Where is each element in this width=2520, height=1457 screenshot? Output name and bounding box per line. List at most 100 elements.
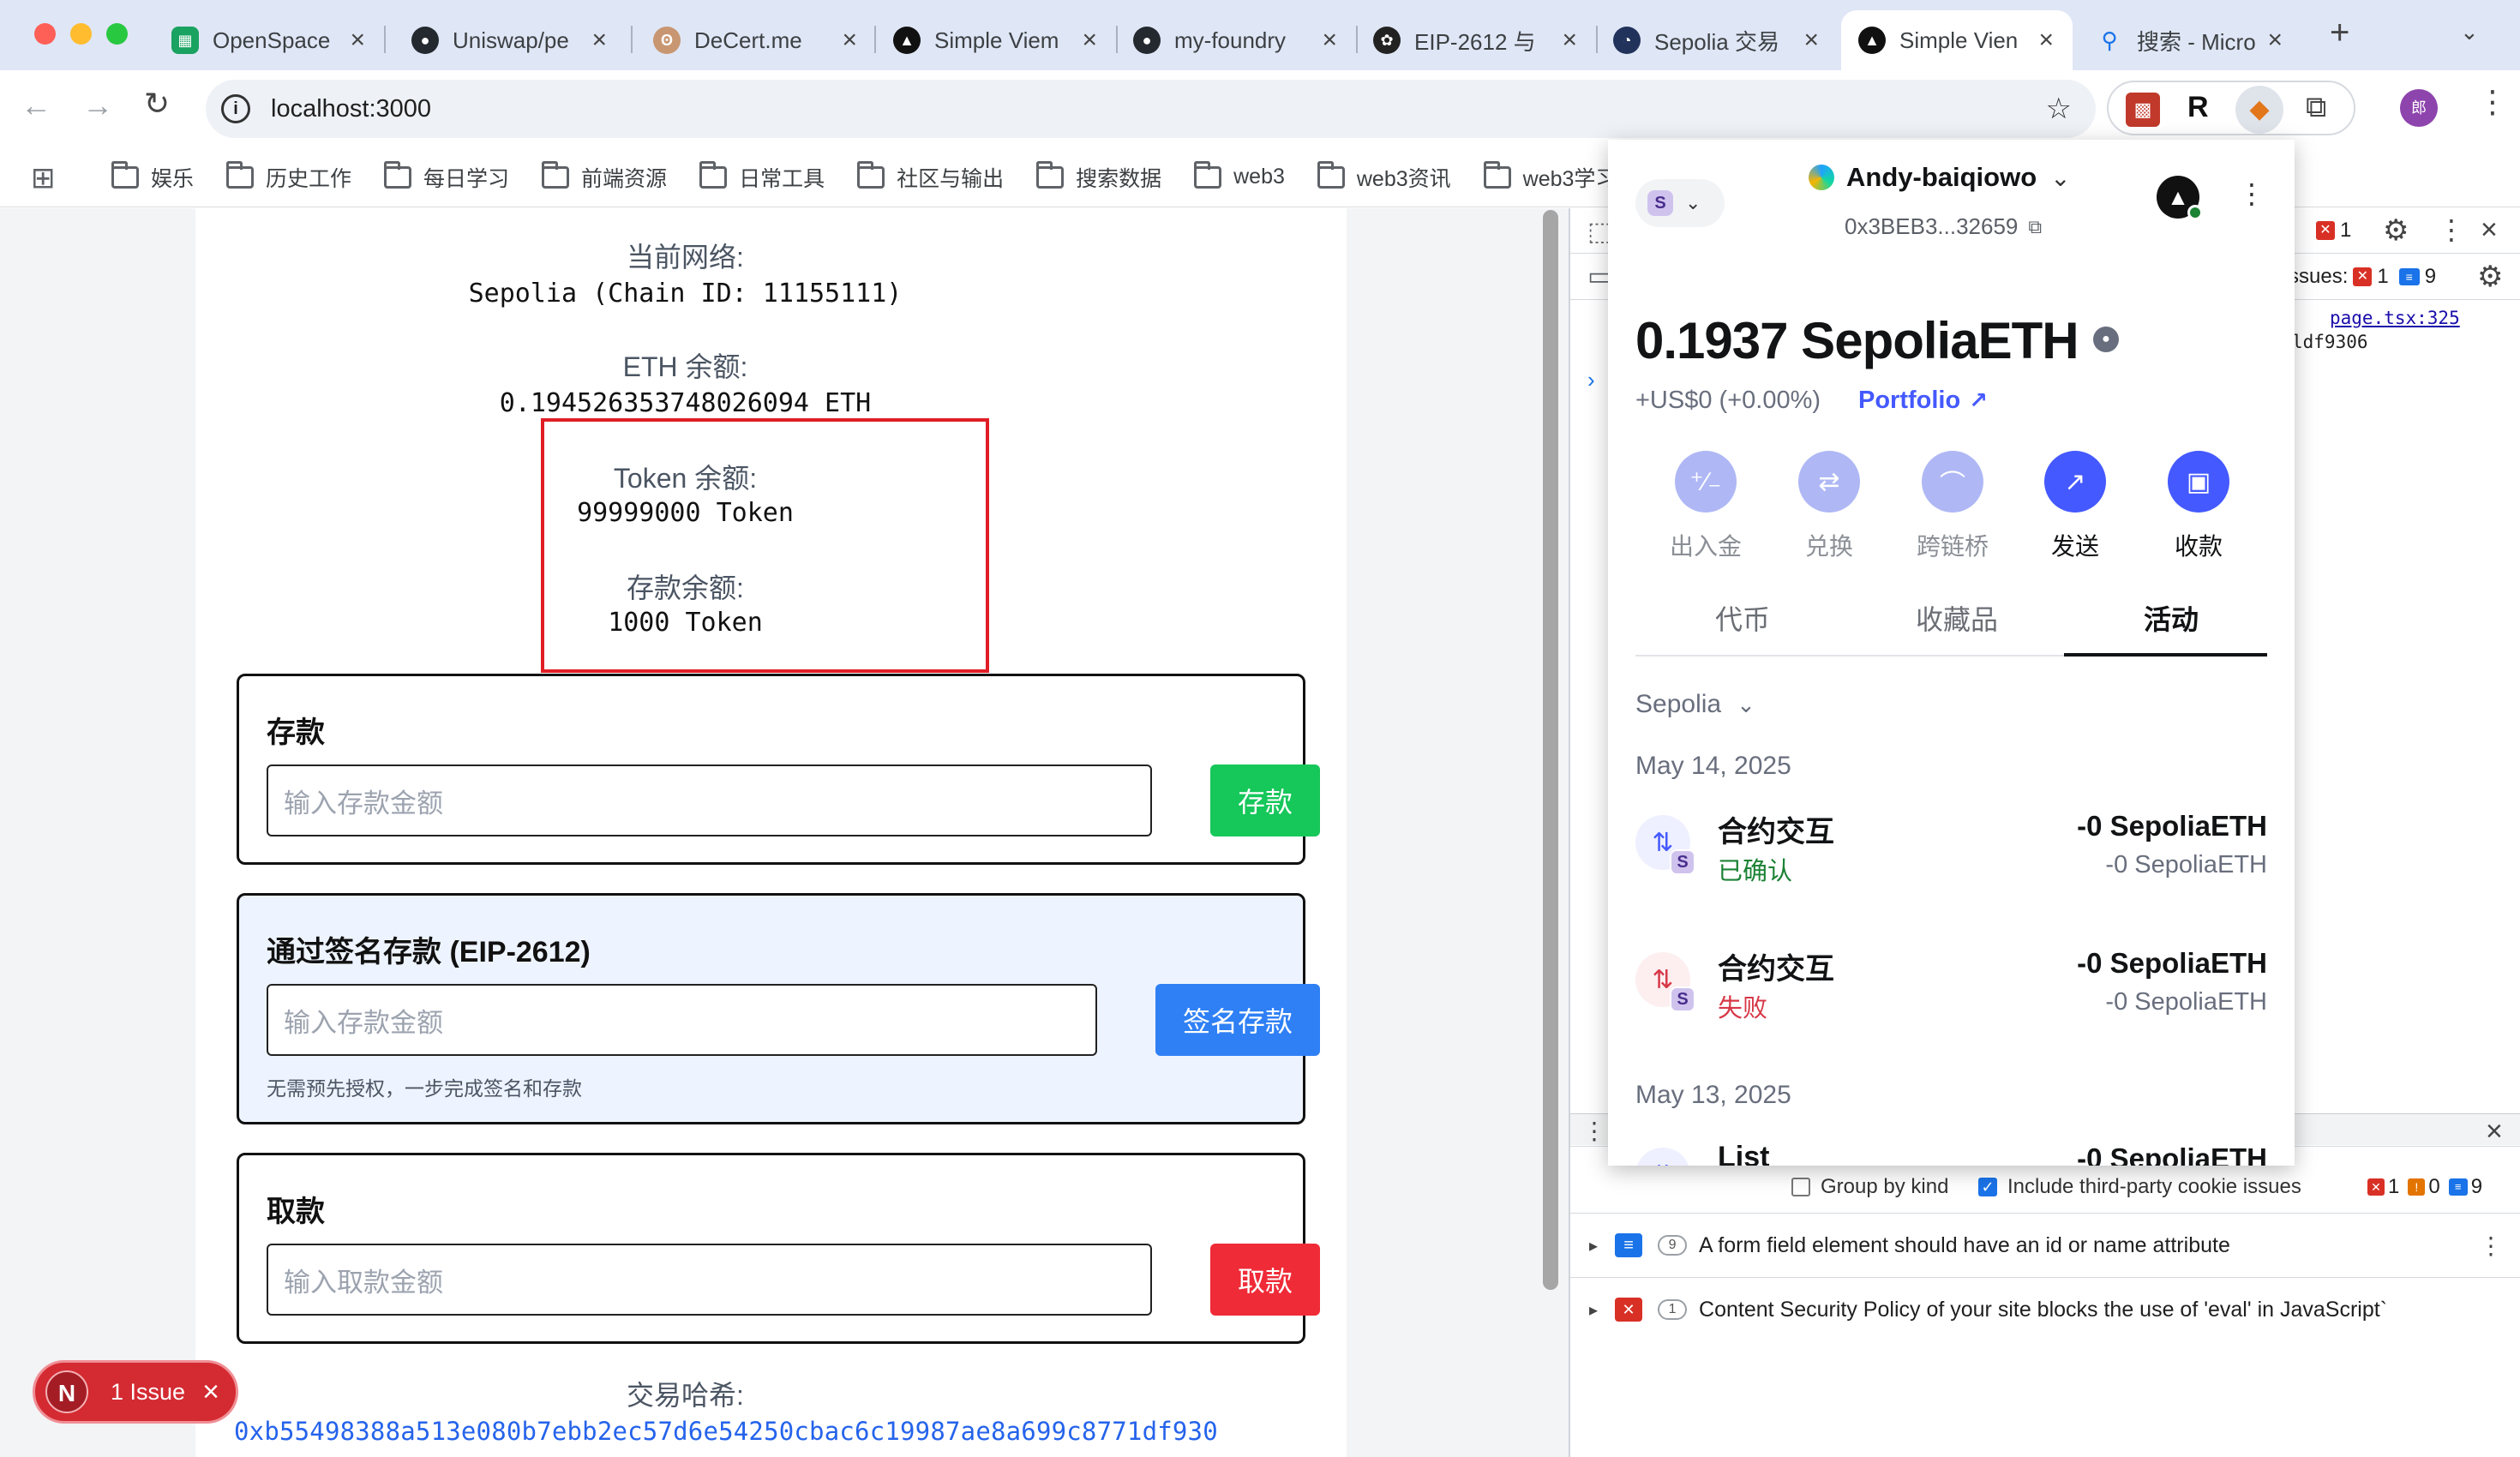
withdraw-button[interactable]: 取款	[1210, 1244, 1320, 1316]
error-icon: ✕	[2316, 221, 2335, 240]
kebab-icon[interactable]: ⋮	[2438, 213, 2465, 246]
account-selector[interactable]: Andy-baiqiowo ⌄	[1809, 162, 2071, 193]
copy-icon[interactable]: ⧉	[2028, 216, 2042, 238]
console-settings-gear-icon[interactable]: ⚙	[2477, 260, 2503, 294]
tab-uniswap[interactable]: ● Uniswap/pe ×	[394, 10, 626, 70]
bookmark-folder[interactable]: web3	[1194, 160, 1285, 189]
apps-grid-icon[interactable]: ⊞	[31, 161, 56, 195]
close-icon[interactable]: ×	[1803, 26, 1819, 55]
bookmark-folder[interactable]: 每日学习	[384, 160, 509, 193]
nextjs-issue-badge[interactable]: N 1 Issue ×	[33, 1360, 238, 1424]
metamask-fox-icon[interactable]: ◆	[2235, 86, 2283, 134]
expand-arrow-icon[interactable]: ▸	[1589, 1235, 1598, 1256]
activity-item[interactable]: ⇅ List -0 SepoliaETH	[1635, 1141, 2267, 1166]
gear-icon[interactable]: ⚙	[2383, 213, 2409, 248]
tab-sepolia-tx[interactable]: ◔ Sepolia 交易 ×	[1596, 10, 1838, 70]
portfolio-link[interactable]: Portfolio ↗	[1858, 387, 1988, 415]
tab-simple-viem-active[interactable]: ▲ Simple Vien ×	[1841, 10, 2073, 70]
action-receive[interactable]: ▣ 收款	[2143, 451, 2254, 562]
close-drawer-icon[interactable]: ×	[2486, 1115, 2503, 1148]
issue-row-csp[interactable]: ▸ ✕ 1 Content Security Policy of your si…	[1570, 1278, 2520, 1341]
sign-deposit-button[interactable]: 签名存款	[1155, 984, 1320, 1056]
chevron-right-icon[interactable]: ›	[1587, 367, 1595, 393]
activity-item[interactable]: ⇅ S 合约交互 失败 -0 SepoliaETH -0 SepoliaETH	[1635, 945, 2267, 1040]
permit-hint: 无需预先授权，一步完成签名和存款	[267, 1077, 582, 1100]
bookmark-folder[interactable]: 前端资源	[542, 160, 667, 193]
close-icon[interactable]: ×	[1082, 26, 1097, 55]
action-send[interactable]: ↗ 发送	[2019, 451, 2131, 562]
page-scrollbar[interactable]	[1543, 210, 1558, 1290]
tx-hash-link[interactable]: 0xb55498388a513e080b7ebb2ec57d6e54250cba…	[234, 1417, 1218, 1446]
group-by-kind-checkbox[interactable]: Group by kind	[1791, 1175, 1948, 1199]
forward-icon[interactable]: →	[82, 87, 113, 123]
reload-icon[interactable]: ↻	[144, 86, 170, 122]
tab-search[interactable]: ⚲ 搜索 - Micro ×	[2079, 10, 2301, 70]
site-info-icon[interactable]: i	[221, 94, 250, 123]
tab-simple-viem-1[interactable]: ▲ Simple Viem ×	[876, 10, 1116, 70]
account-address[interactable]: 0x3BEB3...32659 ⧉	[1845, 213, 2042, 240]
drawer-menu-icon[interactable]: ⋮	[1582, 1117, 1606, 1145]
eye-icon[interactable]: ●	[2093, 327, 2119, 352]
deposit-amount-input[interactable]: 输入存款金额	[267, 764, 1152, 836]
expand-arrow-icon[interactable]: ▸	[1589, 1299, 1598, 1321]
bookmark-folder[interactable]: 日常工具	[699, 160, 825, 193]
withdraw-amount-input[interactable]: 输入取款金额	[267, 1244, 1152, 1316]
tab-search-chevron-icon[interactable]: ⌄	[2460, 19, 2479, 45]
tab-tokens[interactable]: 代币	[1635, 598, 1850, 638]
issues-summary[interactable]: ssues: ✕ 1 ≡ 9	[2289, 265, 2436, 289]
chevron-down-icon: ⌄	[2050, 164, 2071, 191]
third-party-cookie-checkbox[interactable]: ✓ Include third-party cookie issues	[1978, 1175, 2301, 1199]
kebab-icon[interactable]: ⋮	[2238, 177, 2265, 210]
close-icon[interactable]: ×	[350, 26, 365, 55]
kebab-icon[interactable]: ⋮	[2479, 1232, 2503, 1260]
close-icon[interactable]: ×	[2038, 26, 2054, 55]
close-icon[interactable]: ×	[1562, 26, 1577, 55]
bookmark-folder[interactable]: web3学习	[1483, 160, 1617, 193]
profile-avatar[interactable]: 郎	[2400, 89, 2438, 127]
address-bar[interactable]: i localhost:3000 ☆	[206, 80, 2096, 138]
extension-icon[interactable]: ▩	[2126, 93, 2160, 127]
tab-my-foundry[interactable]: ● my-foundry ×	[1116, 10, 1356, 70]
close-icon[interactable]: ×	[1322, 26, 1337, 55]
back-icon[interactable]: ←	[21, 87, 51, 123]
permit-amount-input[interactable]: 输入存款金额	[267, 984, 1097, 1056]
issue-row-form-field[interactable]: ▸ ≡ 9 A form field element should have a…	[1570, 1214, 2520, 1277]
tab-collectibles[interactable]: 收藏品	[1850, 598, 2064, 638]
account-avatar	[1809, 165, 1834, 190]
close-icon[interactable]: ×	[591, 26, 607, 55]
url-text[interactable]: localhost:3000	[271, 95, 431, 123]
bookmark-folder[interactable]: 历史工作	[226, 160, 351, 193]
error-counter[interactable]: ✕ 1	[2316, 219, 2351, 243]
minimize-window-button[interactable]	[70, 23, 92, 45]
tab-activity[interactable]: 活动	[2064, 598, 2278, 638]
close-icon[interactable]: ×	[2267, 26, 2283, 55]
close-devtools-icon[interactable]: ×	[2481, 213, 2498, 247]
action-bridge: ⌒ 跨链桥	[1897, 451, 2008, 562]
close-icon[interactable]: ×	[202, 1376, 219, 1409]
tab-decert[interactable]: ʘ DeCert.me ×	[636, 10, 876, 70]
activity-item[interactable]: ⇅ S 合约交互 已确认 -0 SepoliaETH -0 SepoliaETH	[1635, 808, 2267, 902]
spreadsheet-icon: ▦	[171, 27, 199, 54]
bookmark-star-icon[interactable]: ☆	[2046, 92, 2072, 126]
network-selector[interactable]: S ⌄	[1635, 179, 1725, 227]
bookmark-folder[interactable]: 社区与输出	[857, 160, 1004, 193]
network-badge: S	[1670, 986, 1695, 1012]
close-icon[interactable]: ×	[842, 26, 857, 55]
bookmark-folder[interactable]: web3资讯	[1317, 160, 1451, 193]
menu-kebab-icon[interactable]: ⋮	[2477, 84, 2508, 120]
bookmark-folder[interactable]: 娱乐	[111, 160, 194, 193]
puzzle-icon[interactable]: ⧉	[2306, 91, 2326, 124]
deposit-button[interactable]: 存款	[1210, 764, 1320, 836]
maximize-window-button[interactable]	[106, 23, 128, 45]
close-window-button[interactable]	[34, 23, 56, 45]
tab-eip2612[interactable]: ✿ EIP-2612 与 ×	[1356, 10, 1596, 70]
source-link[interactable]: page.tsx:325	[2330, 308, 2460, 328]
extension-r-icon[interactable]: R	[2187, 91, 2209, 124]
tab-openspace[interactable]: ▦ OpenSpace ×	[154, 10, 384, 70]
network-filter[interactable]: Sepolia ⌄	[1635, 690, 1755, 719]
bookmark-folder[interactable]: 搜索数据	[1036, 160, 1161, 193]
activity-title: List	[1718, 1141, 1770, 1166]
swap-icon: ⇄	[1798, 451, 1860, 513]
folder-icon	[111, 160, 139, 189]
new-tab-button[interactable]: +	[2330, 14, 2349, 52]
